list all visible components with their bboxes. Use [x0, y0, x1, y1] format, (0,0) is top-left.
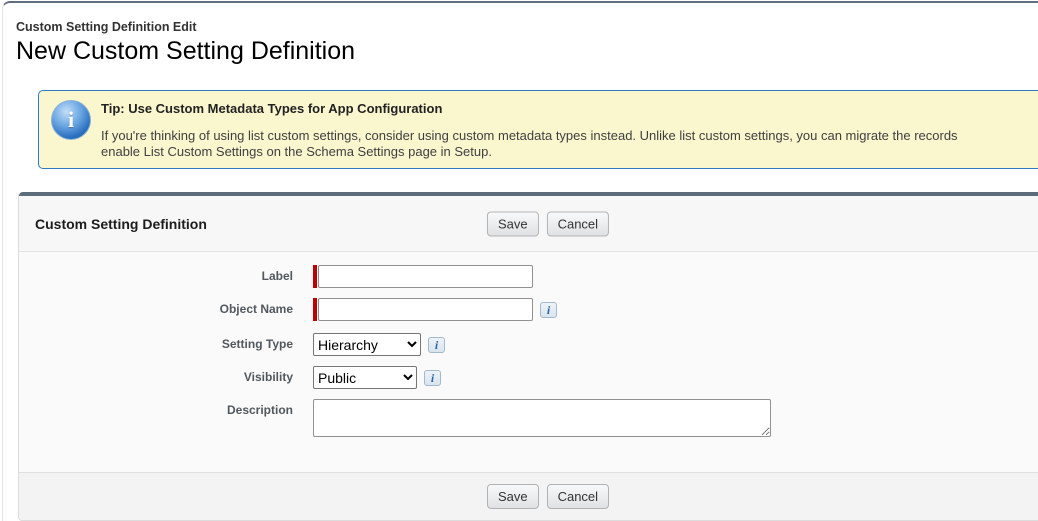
label-field-label: Label [261, 269, 293, 283]
page-title: New Custom Setting Definition [16, 37, 356, 65]
breadcrumb: Custom Setting Definition Edit [16, 20, 197, 34]
visibility-select[interactable]: Public [313, 366, 417, 389]
cancel-button-top[interactable]: Cancel [546, 211, 610, 236]
visibility-field-row: Visibility Public i [19, 366, 1038, 389]
required-marker [313, 265, 317, 288]
info-icon: i [51, 100, 91, 140]
footer-button-group: Save Cancel [486, 484, 610, 509]
header-button-group: Save Cancel [486, 211, 610, 236]
object-name-field-label: Object Name [219, 302, 293, 316]
object-name-info-icon-button[interactable]: i [540, 301, 557, 318]
tip-box: i Tip: Use Custom Metadata Types for App… [38, 90, 1038, 169]
tip-title: Tip: Use Custom Metadata Types for App C… [101, 101, 443, 116]
description-textarea[interactable] [313, 399, 771, 437]
required-marker [313, 298, 317, 321]
tip-content: Tip: Use Custom Metadata Types for App C… [101, 99, 958, 160]
visibility-info-icon-button[interactable]: i [424, 369, 441, 386]
visibility-field-cell: Public i [313, 366, 441, 389]
cancel-button-bottom[interactable]: Cancel [546, 484, 610, 509]
info-icon-glyph: i [67, 107, 75, 132]
panel-footer: Save Cancel [19, 472, 1038, 520]
description-field-cell [313, 399, 771, 437]
setting-type-field-cell: Hierarchy i [313, 333, 445, 356]
object-name-field-row: Object Name i [19, 298, 1038, 321]
setting-type-info-icon-button[interactable]: i [428, 336, 445, 353]
info-icon: i [434, 337, 439, 352]
tip-text-line2: enable List Custom Settings on the Schem… [101, 144, 492, 159]
label-field-row: Label [19, 265, 1038, 288]
tip-text: If you're thinking of using list custom … [101, 128, 958, 160]
setup-page: Custom Setting Definition Edit New Custo… [0, 0, 1038, 521]
setting-type-field-row: Setting Type Hierarchy i [19, 333, 1038, 356]
save-button-bottom[interactable]: Save [486, 484, 539, 509]
custom-setting-definition-panel: Custom Setting Definition Save Cancel La… [18, 192, 1038, 521]
description-field-row: Description [19, 399, 1038, 437]
object-name-input[interactable] [318, 298, 533, 321]
visibility-field-label: Visibility [243, 370, 293, 384]
info-icon: i [430, 370, 435, 385]
tip-text-line1: If you're thinking of using list custom … [101, 128, 958, 143]
label-field-cell [313, 265, 533, 288]
setting-type-select[interactable]: Hierarchy [313, 333, 421, 356]
setting-type-field-label: Setting Type [221, 337, 293, 351]
info-icon: i [546, 302, 551, 317]
save-button-top[interactable]: Save [486, 211, 539, 236]
panel-header: Custom Setting Definition Save Cancel [19, 196, 1038, 252]
description-field-label: Description [226, 403, 293, 417]
label-input[interactable] [318, 265, 533, 288]
section-title: Custom Setting Definition [35, 215, 207, 232]
form-body: Label Object Name i Setting Type Hierarc… [19, 252, 1038, 472]
object-name-field-cell: i [313, 298, 557, 321]
